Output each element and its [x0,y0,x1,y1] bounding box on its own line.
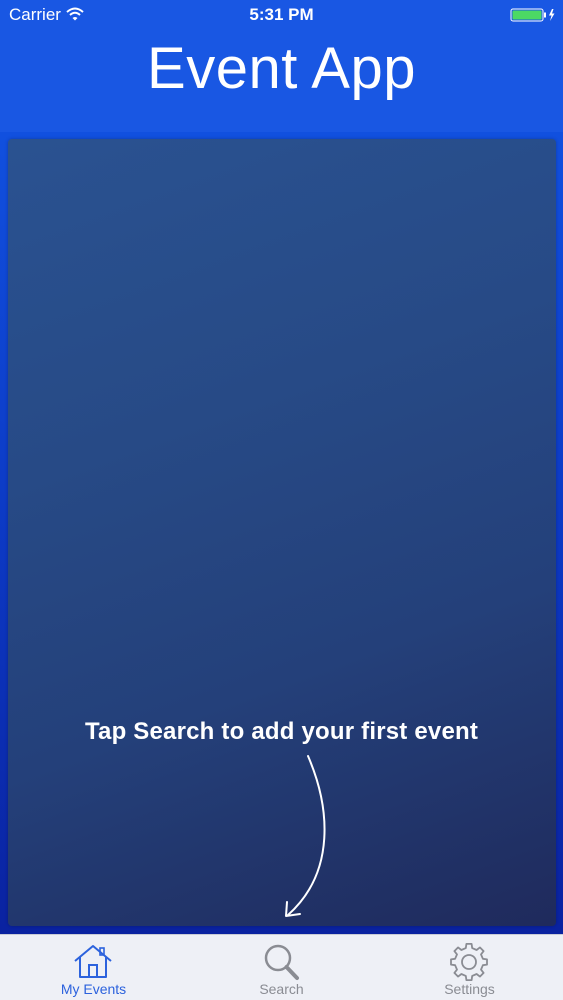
tab-settings[interactable]: Settings [376,935,563,1000]
tab-bar: My Events Search Settings [0,934,563,1000]
tab-label: Search [259,981,304,997]
tab-my-events[interactable]: My Events [0,935,187,1000]
empty-state-hint: Tap Search to add your first event [84,718,479,745]
page-title: Event App [147,36,416,101]
search-icon [261,943,301,981]
status-bar: Carrier 5:31 PM [0,0,563,30]
curved-arrow-icon [270,752,350,924]
tab-search[interactable]: Search [188,935,375,1000]
tab-label: My Events [60,981,127,997]
tab-label: Settings [444,981,495,997]
app-screen: Carrier 5:31 PM Event App Tap Search to … [0,0,563,1000]
home-icon [73,943,113,981]
app-header: Event App [0,30,563,132]
status-time: 5:31 PM [249,5,314,24]
gear-icon [449,942,489,981]
battery-charging-icon [510,7,556,22]
